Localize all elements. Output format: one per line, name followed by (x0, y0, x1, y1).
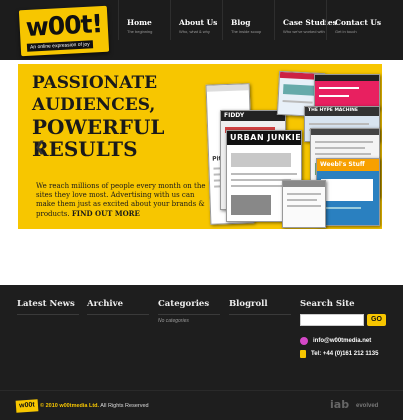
headline-line-2: AUDIENCES, (32, 95, 156, 115)
contact-phone: Tel: +44 (0)161 212 1135 (300, 349, 378, 359)
hero-area: PASSIONATE AUDIENCES, POWERFUL RESULTS ❮… (0, 60, 403, 318)
hero-banner: PASSIONATE AUDIENCES, POWERFUL RESULTS ❮… (18, 64, 382, 229)
nav-home-title: Home (127, 18, 152, 27)
copyright-rest: All Rights Reserved (99, 403, 149, 409)
headline-line-4: RESULTS (32, 137, 138, 161)
nav-case-title: Case Studies (283, 18, 337, 27)
find-out-more-link[interactable]: FIND OUT MORE (72, 209, 140, 218)
website-collage-image: Pitchfork FIDDY URBAN JUNKIE (205, 70, 382, 229)
hero-headline: PASSIONATE AUDIENCES, POWERFUL RESULTS (32, 72, 212, 160)
footer-col-blogroll: Blogroll (229, 299, 291, 315)
footer-logo[interactable]: w00t (15, 399, 39, 413)
hero-copy: We reach millions of people every month … (36, 182, 206, 219)
footer-col-latest-news: Latest News (17, 299, 79, 315)
nav-item-home[interactable]: Home The beginning (118, 0, 170, 40)
categories-heading: Categories (158, 299, 220, 315)
no-categories-text: No categories (158, 318, 189, 324)
footer-col-categories: Categories No categories (158, 299, 220, 324)
nav-item-case-studies[interactable]: Case Studies Who we've worked with (274, 0, 337, 40)
search-input[interactable] (300, 314, 364, 326)
nav-contact-title: Contact Us (335, 18, 382, 27)
main-nav: Home The beginning About Us Who, what & … (118, 0, 382, 40)
collage-shot-pink-site (314, 74, 380, 110)
evolved-logo[interactable]: evolved (356, 403, 378, 409)
nav-item-blog[interactable]: Blog The inside scoop (222, 0, 274, 40)
footer-bottom-bar: w00t © 2010 w00tmedia Ltd. All Rights Re… (0, 390, 403, 420)
nav-home-sub: The beginning (127, 29, 153, 34)
nav-case-sub: Who we've worked with (283, 29, 325, 34)
iab-logo[interactable]: iab (330, 398, 349, 411)
phone-icon (300, 350, 306, 358)
collage-label-hype-machine: THE HYPE MACHINE (308, 108, 358, 113)
nav-about-sub: Who, what & why (179, 29, 210, 34)
logo-text: w00t! (25, 9, 103, 42)
nav-blog-title: Blog (231, 18, 251, 27)
collage-label-urban-junkie: URBAN JUNKIE (230, 133, 302, 142)
search-heading: Search Site (300, 299, 355, 309)
site-footer: Latest News Archive Categories No catego… (0, 285, 403, 420)
slider-prev-arrow-icon[interactable]: ❮ (32, 136, 48, 156)
headline-line-1: PASSIONATE (32, 73, 158, 93)
copyright-year: © 2010 w00tmedia Ltd. (40, 403, 100, 409)
nav-contact-sub: Get in touch (335, 29, 357, 34)
nav-item-contact[interactable]: Contact Us Get in touch (326, 0, 382, 40)
archive-heading: Archive (87, 299, 149, 315)
nav-about-title: About Us (179, 18, 218, 27)
copyright-text: © 2010 w00tmedia Ltd. All Rights Reserve… (40, 403, 149, 409)
headline-line-3: POWERFUL (32, 115, 165, 139)
footer-col-archive: Archive (87, 299, 149, 315)
phone-text: Tel: +44 (0)161 212 1135 (311, 351, 379, 357)
go-button[interactable]: GO (367, 314, 386, 326)
site-header: w00t! An online expression of joy Home T… (0, 0, 403, 60)
contact-email[interactable]: info@w00tmedia.net (300, 336, 371, 346)
email-text: info@w00tmedia.net (313, 338, 372, 344)
collage-shot-blog (282, 180, 326, 228)
search-form: GO (300, 314, 386, 326)
email-icon (300, 337, 308, 345)
collage-label-fiddy: FIDDY (224, 112, 245, 119)
latest-news-heading: Latest News (17, 299, 79, 315)
footer-col-search: Search Site (300, 299, 386, 314)
collage-label-weebls: Weebl's Stuff (320, 161, 365, 168)
blogroll-heading: Blogroll (229, 299, 291, 315)
nav-item-about[interactable]: About Us Who, what & why (170, 0, 222, 40)
nav-blog-sub: The inside scoop (231, 29, 262, 34)
